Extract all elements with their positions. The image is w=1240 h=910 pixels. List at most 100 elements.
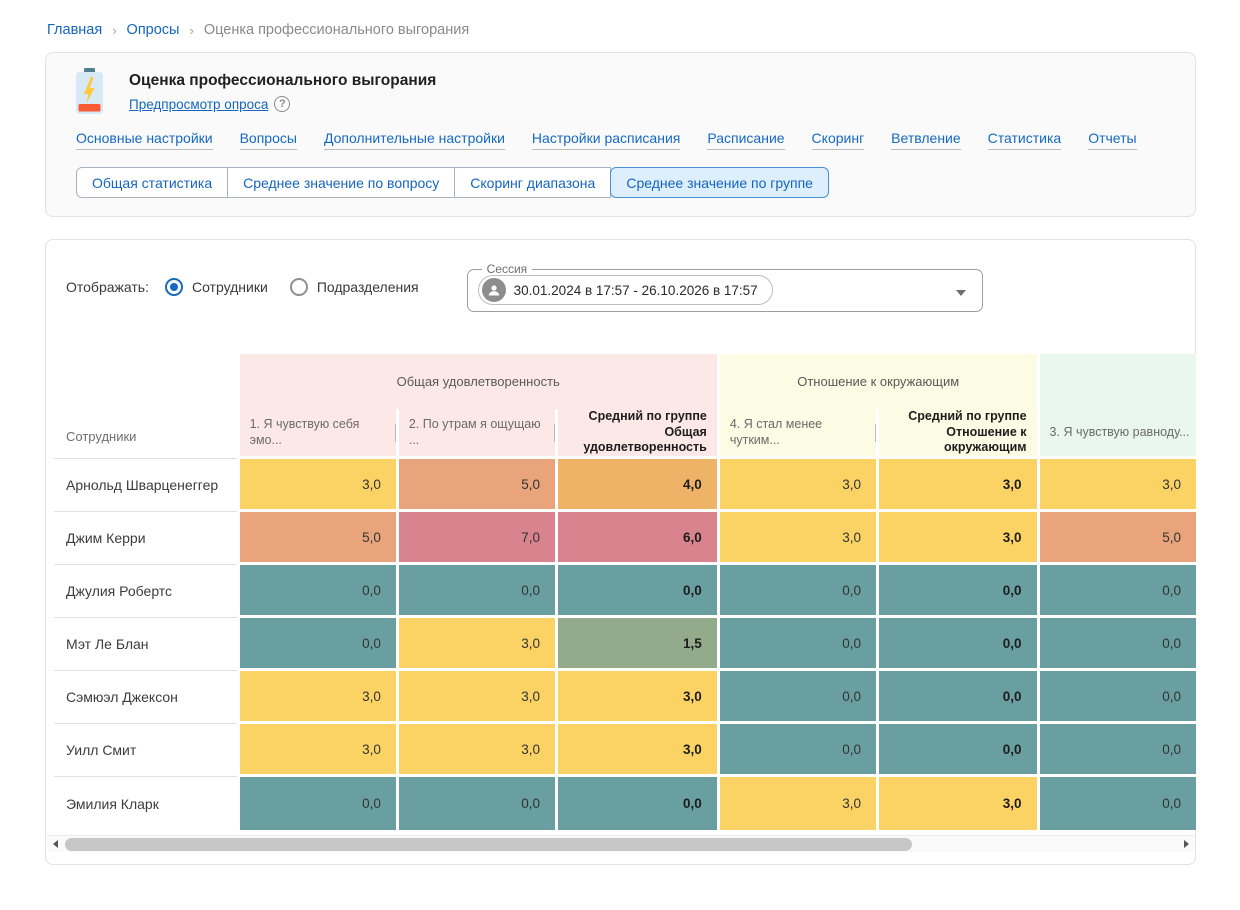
nav-tab[interactable]: Дополнительные настройки <box>324 130 505 150</box>
stat-tab[interactable]: Среднее значение по вопросу <box>227 167 455 198</box>
table-row: Эмилия Кларк0,00,00,03,03,00,0 <box>54 777 1196 830</box>
score-cell: 3,0 <box>237 724 396 777</box>
scrollbar-thumb[interactable] <box>65 838 912 851</box>
score-cell: 3,0 <box>396 724 555 777</box>
breadcrumb-separator-icon: › <box>112 23 116 38</box>
page: Главная › Опросы › Оценка профессионального … <box>0 0 1240 865</box>
score-cell: 3,0 <box>555 724 717 777</box>
score-cell: 0,0 <box>876 565 1037 618</box>
column-header: 4. Я стал менее чутким... <box>717 409 876 459</box>
score-cell: 0,0 <box>876 671 1037 724</box>
employee-name: Арнольд Шварценеггер <box>54 459 237 512</box>
score-cell: 3,0 <box>396 671 555 724</box>
employee-name: Сэмюэл Джексон <box>54 671 237 724</box>
score-cell: 0,0 <box>555 565 717 618</box>
stat-tab[interactable]: Среднее значение по группе <box>610 167 829 198</box>
table-row: Уилл Смит3,03,03,00,00,00,0 <box>54 724 1196 777</box>
score-cell: 3,0 <box>237 459 396 512</box>
survey-title: Оценка профессионального выгорания <box>129 72 436 90</box>
score-cell: 0,0 <box>1037 565 1196 618</box>
column-header: Средний по группе Общая удовлетворенност… <box>555 409 717 459</box>
chevron-down-icon[interactable] <box>956 290 966 296</box>
table-viewport: СотрудникиОбщая удовлетворенностьОтношен… <box>54 354 1196 830</box>
score-cell: 0,0 <box>1037 618 1196 671</box>
score-cell: 3,0 <box>876 459 1037 512</box>
breadcrumb-link[interactable]: Главная <box>47 22 102 38</box>
score-cell: 0,0 <box>876 618 1037 671</box>
score-cell: 3,0 <box>876 512 1037 565</box>
statistics-card: Отображать: СотрудникиПодразделения Сесс… <box>45 239 1196 865</box>
score-cell: 0,0 <box>237 618 396 671</box>
score-cell: 3,0 <box>876 777 1037 830</box>
score-cell: 3,0 <box>396 618 555 671</box>
scroll-left-arrow-icon[interactable] <box>47 836 63 853</box>
score-cell: 1,5 <box>555 618 717 671</box>
score-cell: 5,0 <box>237 512 396 565</box>
survey-preview-link[interactable]: Предпросмотр опроса <box>129 97 268 112</box>
scores-table: СотрудникиОбщая удовлетворенностьОтношен… <box>54 354 1196 830</box>
survey-header-card: Оценка профессионального выгорания Предп… <box>45 52 1196 217</box>
group-header <box>1037 354 1196 409</box>
survey-head: Оценка профессионального выгорания Предп… <box>66 68 1175 114</box>
session-select[interactable]: Сессия 30.01.2024 в 17:57 - 26.10.2026 в… <box>467 262 983 312</box>
nav-tab[interactable]: Настройки расписания <box>532 130 680 150</box>
employee-name: Мэт Ле Блан <box>54 618 237 671</box>
radio-icon[interactable] <box>165 278 183 296</box>
employee-name: Джим Керри <box>54 512 237 565</box>
column-header: 1. Я чувствую себя эмо... <box>237 409 396 459</box>
survey-nav-tabs: Основные настройки Вопросы Дополнительные … <box>66 130 1175 150</box>
display-radio-option[interactable]: Сотрудники <box>165 278 268 296</box>
score-cell: 3,0 <box>717 777 876 830</box>
score-cell: 0,0 <box>396 565 555 618</box>
stat-tab[interactable]: Скоринг диапазона <box>454 167 611 198</box>
nav-tab[interactable]: Отчеты <box>1088 130 1136 150</box>
radio-label: Подразделения <box>317 279 419 295</box>
column-header: Средний по группе Отношение к окружающим <box>876 409 1037 459</box>
score-cell: 0,0 <box>555 777 717 830</box>
session-chip[interactable]: 30.01.2024 в 17:57 - 26.10.2026 в 17:57 <box>478 275 773 305</box>
breadcrumb-separator-icon: › <box>189 23 193 38</box>
score-cell: 3,0 <box>555 671 717 724</box>
score-cell: 0,0 <box>237 777 396 830</box>
score-cell: 0,0 <box>396 777 555 830</box>
session-value: 30.01.2024 в 17:57 - 26.10.2026 в 17:57 <box>514 283 758 298</box>
nav-tab[interactable]: Расписание <box>707 130 784 150</box>
nav-tab[interactable]: Основные настройки <box>76 130 213 150</box>
score-cell: 0,0 <box>1037 671 1196 724</box>
table-row: Мэт Ле Блан0,03,01,50,00,00,0 <box>54 618 1196 671</box>
radio-icon[interactable] <box>290 278 308 296</box>
table-row: Джим Керри5,07,06,03,03,05,0 <box>54 512 1196 565</box>
help-icon[interactable]: ? <box>274 96 290 112</box>
avatar-icon <box>482 278 506 302</box>
table-row: Джулия Робертс0,00,00,00,00,00,0 <box>54 565 1196 618</box>
score-cell: 0,0 <box>717 724 876 777</box>
nav-tab[interactable]: Скоринг <box>812 130 865 150</box>
employee-name: Эмилия Кларк <box>54 777 237 830</box>
table-row: Сэмюэл Джексон3,03,03,00,00,00,0 <box>54 671 1196 724</box>
display-radio-option[interactable]: Подразделения <box>290 278 419 296</box>
breadcrumb-link[interactable]: Опросы <box>127 22 180 38</box>
employees-column-header: Сотрудники <box>54 354 237 459</box>
nav-tab[interactable]: Вопросы <box>240 130 297 150</box>
score-cell: 3,0 <box>717 459 876 512</box>
statistics-sub-tabs: Общая статистикаСреднее значение по вопр… <box>66 167 1175 198</box>
scroll-right-arrow-icon[interactable] <box>1178 836 1194 853</box>
session-legend: Сессия <box>482 262 533 276</box>
column-header: 3. Я чувствую равноду... <box>1037 409 1196 459</box>
survey-title-block: Оценка профессионального выгорания Предп… <box>129 68 436 112</box>
column-header: 2. По утрам я ощущаю ... <box>396 409 555 459</box>
scrollbar-track[interactable] <box>63 838 1178 851</box>
breadcrumb-current: Оценка профессионального выгорания <box>204 22 469 38</box>
filter-row: Отображать: СотрудникиПодразделения Сесс… <box>46 260 1195 312</box>
radio-label: Сотрудники <box>192 279 268 295</box>
nav-tab[interactable]: Статистика <box>988 130 1062 150</box>
group-header: Отношение к окружающим <box>717 354 1037 409</box>
score-cell: 5,0 <box>396 459 555 512</box>
score-cell: 4,0 <box>555 459 717 512</box>
nav-tab[interactable]: Ветвление <box>891 130 960 150</box>
breadcrumb: Главная › Опросы › Оценка профессионального … <box>47 22 1196 38</box>
score-cell: 6,0 <box>555 512 717 565</box>
stat-tab[interactable]: Общая статистика <box>76 167 228 198</box>
score-cell: 0,0 <box>876 724 1037 777</box>
battery-icon <box>76 68 103 114</box>
